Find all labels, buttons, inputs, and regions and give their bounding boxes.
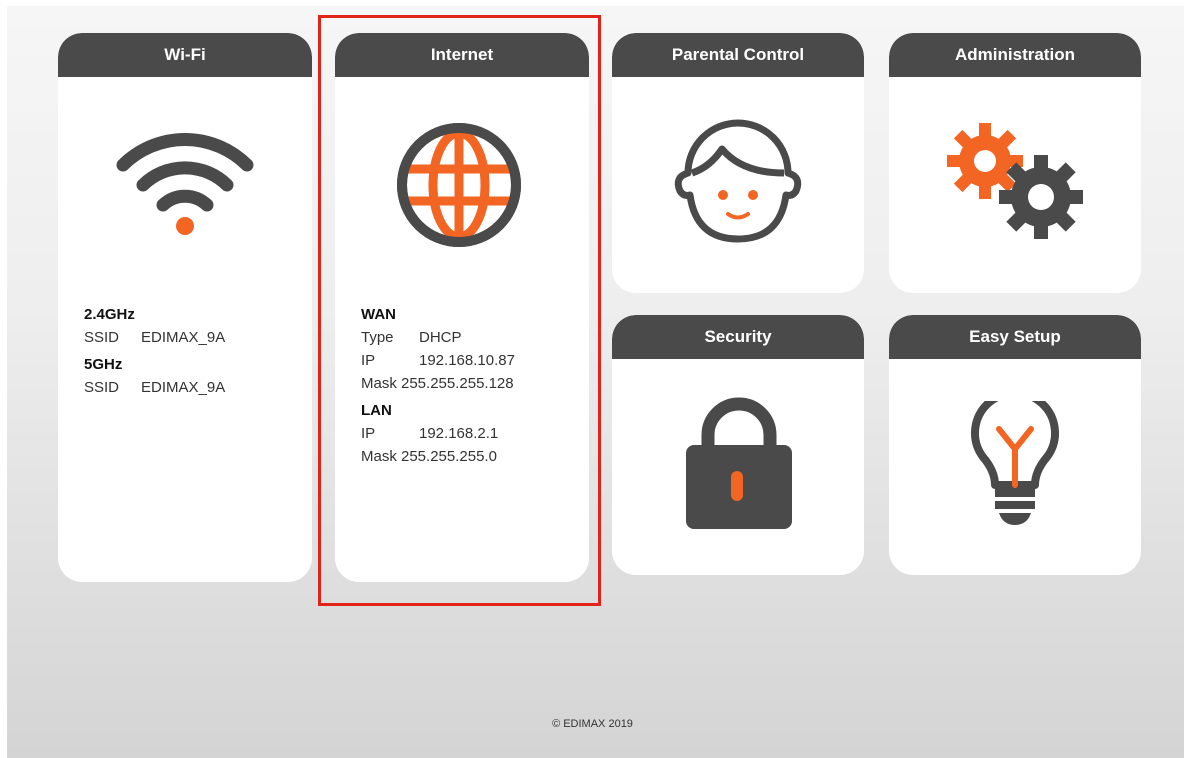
band-24ghz-label: 2.4GHz: [84, 306, 135, 323]
selection-highlight: [318, 15, 601, 606]
lightbulb-icon: [967, 389, 1063, 536]
ssid-key: SSID: [84, 379, 120, 396]
parental-control-card[interactable]: Parental Control: [612, 33, 864, 293]
ssid-value: EDIMAX_9A: [141, 329, 226, 346]
security-card-title: Security: [612, 315, 864, 359]
wifi-info: 2.4GHz SSID EDIMAX_9A 5GHz SSID EDIMAX_9A: [84, 303, 225, 399]
security-card[interactable]: Security: [612, 315, 864, 575]
ssid-key: SSID: [84, 329, 120, 346]
administration-card[interactable]: Administration: [889, 33, 1141, 293]
parental-control-card-title: Parental Control: [612, 33, 864, 77]
easy-setup-card[interactable]: Easy Setup: [889, 315, 1141, 575]
ssid-value: EDIMAX_9A: [141, 379, 226, 396]
wifi-card-title: Wi-Fi: [58, 33, 312, 77]
band-5ghz-label: 5GHz: [84, 356, 123, 373]
gears-icon: [945, 121, 1085, 246]
padlock-icon: [684, 395, 794, 536]
wifi-card[interactable]: Wi-Fi 2.4GHz SSID EDIMAX_9A 5GHz SSID EDIM…: [58, 33, 312, 582]
administration-card-title: Administration: [889, 33, 1141, 77]
child-face-icon: [670, 115, 806, 250]
easy-setup-card-title: Easy Setup: [889, 315, 1141, 359]
wifi-icon: [115, 128, 255, 243]
band-24ghz-ssid-row: SSID EDIMAX_9A: [84, 326, 225, 349]
footer-copyright: © EDIMAX 2019: [552, 718, 633, 730]
band-5ghz-ssid-row: SSID EDIMAX_9A: [84, 376, 225, 399]
